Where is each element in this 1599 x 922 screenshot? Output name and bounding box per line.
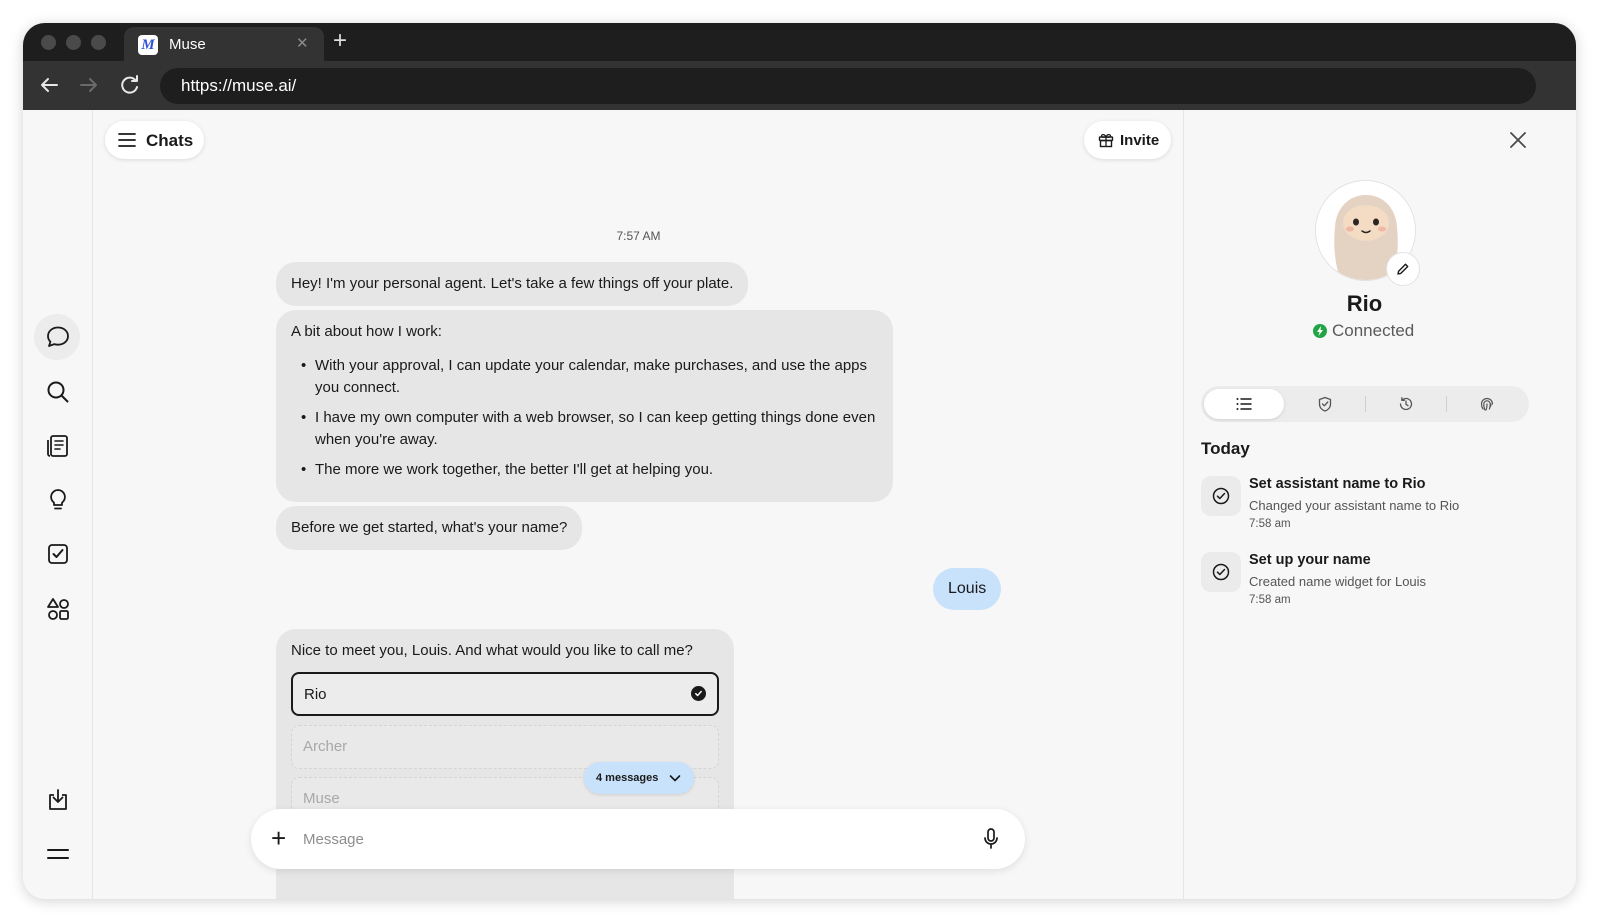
activity-item[interactable]: Set up your name Created name widget for… <box>1201 552 1531 612</box>
close-window-icon[interactable] <box>41 35 56 50</box>
tab-bar: M Muse ✕ + <box>23 23 1576 61</box>
activity-description: Changed your assistant name to Rio <box>1249 498 1460 513</box>
edit-avatar-button[interactable] <box>1386 252 1420 286</box>
tab-identity[interactable] <box>1447 389 1527 419</box>
option-label: Archer <box>303 738 348 755</box>
list-icon <box>1236 398 1252 410</box>
forward-arrow-icon[interactable] <box>77 73 101 97</box>
agent-message: Hey! I'm your personal agent. Let's take… <box>276 262 749 306</box>
tab-history[interactable] <box>1366 389 1446 419</box>
apps-icon[interactable] <box>45 596 71 622</box>
search-icon[interactable] <box>45 379 71 405</box>
gift-icon <box>1098 133 1114 148</box>
activity-description: Created name widget for Louis <box>1249 574 1427 589</box>
list-item: With your approval, I can update your ca… <box>291 355 878 399</box>
agent-message: Before we get started, what's your name? <box>276 506 583 550</box>
chats-button[interactable]: Chats <box>105 121 204 159</box>
lightbulb-icon[interactable] <box>45 487 71 513</box>
tab-title: Muse <box>169 36 206 53</box>
back-arrow-icon[interactable] <box>37 73 61 97</box>
chat-icon[interactable] <box>45 324 71 350</box>
list-item: The more we work together, the better I'… <box>291 459 878 481</box>
panel-tabs <box>1201 386 1529 422</box>
chats-label: Chats <box>146 131 194 150</box>
check-circle-icon <box>691 686 706 701</box>
maximize-window-icon[interactable] <box>91 35 106 50</box>
pencil-icon <box>1397 263 1409 275</box>
browser-window: M Muse ✕ + https://muse.ai/ Chats Invite <box>23 23 1576 899</box>
browser-tab[interactable]: M Muse ✕ <box>124 27 324 61</box>
left-sidebar <box>23 110 93 899</box>
shield-check-icon <box>1318 396 1332 412</box>
message-composer: + <box>251 809 1025 869</box>
activity-item[interactable]: Set assistant name to Rio Changed your a… <box>1201 476 1531 536</box>
download-icon[interactable] <box>45 787 71 813</box>
history-icon <box>1399 397 1413 411</box>
new-tab-icon[interactable]: + <box>333 27 347 55</box>
add-attachment-icon[interactable]: + <box>271 823 286 853</box>
invite-button[interactable]: Invite <box>1084 121 1171 159</box>
pill-label: 4 messages <box>596 772 659 784</box>
name-option-selected[interactable]: Rio <box>291 672 719 716</box>
chat-area: Chats Invite 7:57 AM Hey! I'm your perso… <box>94 110 1183 899</box>
tab-permissions[interactable] <box>1285 389 1365 419</box>
check-circle-icon <box>1201 552 1241 592</box>
tab-close-icon[interactable]: ✕ <box>296 34 309 52</box>
activity-time: 7:58 am <box>1249 518 1291 530</box>
check-circle-icon <box>1201 476 1241 516</box>
activity-title: Set assistant name to Rio <box>1249 476 1426 492</box>
agent-name: Rio <box>1346 291 1383 316</box>
minimize-window-icon[interactable] <box>66 35 81 50</box>
agent-message: A bit about how I work: With your approv… <box>276 310 893 502</box>
list-item: I have my own computer with a web browse… <box>291 407 878 451</box>
status-label: Connected <box>1332 321 1415 340</box>
agent-panel: Rio Connected Today Set assistant name t… <box>1183 110 1576 899</box>
address-bar: https://muse.ai/ <box>23 61 1576 110</box>
chevron-down-icon <box>669 775 681 782</box>
hamburger-icon <box>118 133 136 147</box>
menu-icon[interactable] <box>45 841 71 867</box>
message-timestamp: 7:57 AM <box>616 229 661 243</box>
tab-activity[interactable] <box>1204 389 1284 419</box>
checkbox-icon[interactable] <box>45 541 71 567</box>
muse-logo-icon: M <box>138 35 158 55</box>
activity-title: Set up your name <box>1249 552 1371 568</box>
feature-list: With your approval, I can update your ca… <box>291 355 878 481</box>
message-text: Nice to meet you, Louis. And what would … <box>291 642 693 659</box>
message-heading: A bit about how I work: <box>291 323 442 340</box>
close-icon[interactable] <box>1507 129 1529 151</box>
fingerprint-icon <box>1480 397 1494 411</box>
option-label: Muse <box>303 790 340 807</box>
activity-time: 7:58 am <box>1249 594 1291 606</box>
user-message: Louis <box>933 568 1002 610</box>
section-title: Today <box>1201 439 1250 458</box>
message-input[interactable] <box>303 827 943 851</box>
option-label: Rio <box>304 686 327 703</box>
invite-label: Invite <box>1120 132 1160 149</box>
connection-status: Connected <box>1313 321 1414 341</box>
url-field[interactable]: https://muse.ai/ <box>160 68 1536 104</box>
library-icon[interactable] <box>45 433 71 459</box>
bolt-icon <box>1313 324 1327 338</box>
reload-icon[interactable] <box>117 73 141 97</box>
microphone-icon[interactable] <box>983 828 999 850</box>
new-messages-pill[interactable]: 4 messages <box>584 762 694 794</box>
